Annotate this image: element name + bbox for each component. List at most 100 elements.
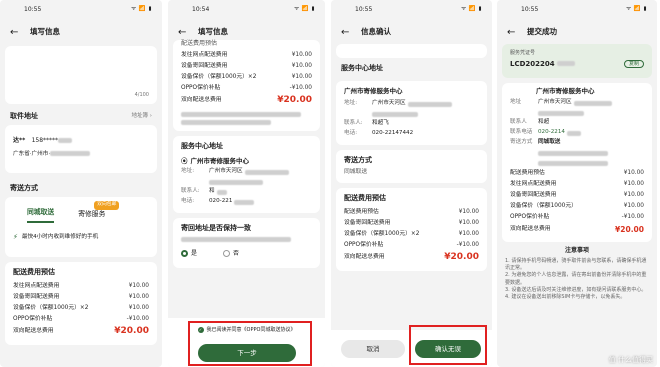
location-pin-icon: ⦿ [181, 156, 188, 165]
service-center-card: 广州市寄修服务中心 地址: 广州市天河区 联系人: 和超飞 电话: 020-22147… [336, 81, 487, 146]
address-line-2 [510, 108, 644, 118]
remark-textarea[interactable]: 4/100 [5, 46, 157, 104]
signal-battery-icon: ᯤ 📶 ▮ [626, 6, 647, 13]
notice-section: 注意事项 1. 请保持手机号码畅通，骑手取件前会与您联系，请确保手机通讯正常。 … [497, 247, 657, 301]
radio-no[interactable]: 否 [223, 250, 239, 258]
voucher-line: LCD202204 复制 [510, 60, 644, 69]
back-arrow-icon[interactable]: ← [10, 26, 20, 39]
center-name: 广州市寄修服务中心 [536, 87, 595, 95]
address-line: 地址: 广州市天河区 [344, 99, 479, 109]
status-time: 10:55 [355, 6, 373, 14]
tab-local-delivery[interactable]: 同城取送 [27, 208, 55, 224]
fee-row: 发往网点配送费用 ¥10.00 [510, 180, 644, 187]
address-book-link[interactable]: 地址簿 › [132, 113, 152, 120]
fee-total-row: 双向配送总费用 ¥20.00 [13, 326, 149, 337]
header: ← 信息确认 [331, 20, 492, 44]
fee-heading: 配送费用预估 [181, 40, 218, 47]
contact-line: 联系人: 和超飞 [344, 120, 389, 127]
center-name: 广州市寄修服务中心 [190, 156, 250, 165]
fee-row: OPPO保价补贴 -¥10.00 [344, 241, 479, 248]
fee-row: 设备保价（保额1000元）×2 ¥10.00 [344, 230, 479, 237]
return-radios: 是 否 [181, 250, 312, 258]
contact-line: 联系人 和超 [510, 119, 550, 126]
region-line: 广东省·广州市· [13, 150, 149, 158]
phone-line: 电话: 020-221 [181, 197, 312, 207]
top-spacer [336, 44, 487, 58]
fee-note [181, 112, 312, 125]
copy-button[interactable]: 复制 [623, 59, 644, 69]
phone-line: 联系电话 020-2214 [510, 128, 644, 138]
method-line: 寄送方式 同城取送 [510, 139, 561, 146]
fee-row: OPPO保价补贴 -¥10.00 [13, 315, 149, 322]
back-arrow-icon[interactable]: ← [507, 26, 517, 39]
char-counter: 4/100 [134, 91, 149, 98]
lightning-icon: ⚡ [13, 233, 18, 242]
fee-row: 配送费用预估 ¥10.00 [510, 169, 644, 176]
pickup-address-card[interactable]: 达** 158***** 广东省·广州市· [5, 125, 157, 173]
status-time: 10:55 [24, 6, 42, 14]
fee-card: 配送费用预估 发往网点配送费用 ¥10.00 设备寄回配送费用 ¥10.00 设备保… [173, 40, 320, 131]
address-label: 取件地址 [10, 112, 38, 121]
region-text: 广东省·广州市· [13, 150, 51, 157]
status-bar: 10:55 ᯤ 📶 ▮ [0, 0, 162, 20]
notice-item: 2. 为避免您的个人信息泄露，请在寄出前备份并清除手机中的重要数据。 [505, 272, 647, 286]
tab-mail-repair[interactable]: 寄修服务 双向包邮 [78, 201, 120, 223]
method-note-2 [510, 158, 644, 168]
back-arrow-icon[interactable]: ← [178, 26, 188, 39]
service-center-card: 服务中心地址 ⦿ 广州市寄修服务中心 地址: 广州市天河区 联系人: 和 电话: 02… [173, 136, 320, 214]
fee-card: 配送费用预估 发往网点配送费用 ¥10.00 设备寄回配送费用 ¥10.00 设备保… [5, 262, 157, 346]
screen-confirm: 10:55 ᯤ 📶 ▮ ← 信息确认 服务中心地址 广州市寄修服务中心 地址: 广… [331, 0, 492, 367]
address-header: 取件地址 地址簿 › [0, 109, 162, 125]
status-bar: 10:55 ᯤ 📶 ▮ [331, 0, 492, 20]
fee-row: OPPO保价补贴 -¥10.00 [181, 84, 312, 91]
fee-row: 发往网点配送费用 ¥10.00 [181, 51, 312, 58]
address-line: 地址 广州市天河区 [510, 98, 644, 108]
center-name: 广州市寄修服务中心 [344, 87, 403, 96]
signal-battery-icon: ᯤ 📶 ▮ [131, 6, 152, 13]
highlight-box [188, 321, 312, 366]
method-card: 同城取送 寄修服务 双向包邮 ⚡ 最快4小时内收到维修好的手机 [5, 197, 157, 258]
address-line-2 [181, 177, 312, 187]
center-name-line: ⦿ 广州市寄修服务中心 [181, 155, 312, 167]
tip-text: 最快4小时内收到维修好的手机 [21, 234, 99, 240]
notice-title: 注意事项 [564, 247, 589, 254]
fee-total-row: 双向配送总费用 ¥20.00 [344, 251, 479, 262]
page-title: 提交成功 [527, 27, 557, 37]
fee-row: 设备寄回配送费用 ¥10.00 [181, 62, 312, 69]
center-title: 服务中心地址 [181, 142, 223, 150]
watermark: 值 什么值得买 [608, 355, 653, 364]
return-help [181, 237, 312, 243]
method-card: 寄送方式 同城取送 [336, 150, 487, 183]
notice-item: 1. 请保持手机号码畅通，骑手取件前会与您联系，请确保手机通讯正常。 [505, 257, 647, 272]
screen-fill-info-1: 10:55 ᯤ 📶 ▮ ← 填写信息 4/100 取件地址 地址簿 › 达** … [0, 0, 162, 367]
status-bar: 10:55 ᯤ 📶 ▮ [497, 0, 657, 20]
free-shipping-badge: 双向包邮 [94, 201, 120, 210]
return-address-card: 寄回地址是否保持一致 是 否 [173, 218, 320, 269]
status-time: 10:54 [192, 6, 210, 14]
fee-row: 设备保价（保额1000元）×2 ¥10.00 [181, 73, 312, 80]
fee-row: 设备寄回配送费用 ¥10.00 [510, 191, 644, 198]
fee-total-row: 双向配送总费用 ¥20.00 [510, 224, 644, 234]
method-title: 寄送方式 [10, 184, 38, 192]
voucher-label: 服务凭证号 [510, 50, 536, 56]
highlight-box [409, 325, 487, 365]
page-title: 填写信息 [198, 27, 228, 37]
notice-item: 3. 设备送达后请及时关注维修进度，如有疑问请联系服务中心。 [505, 286, 647, 293]
back-arrow-icon[interactable]: ← [341, 26, 351, 39]
fee-row: 设备保价（保额1000元） ¥10.00 [510, 202, 644, 209]
radio-yes[interactable]: 是 [181, 250, 197, 258]
address-line-2 [344, 109, 479, 119]
tip-line: ⚡ 最快4小时内收到维修好的手机 [13, 233, 149, 242]
phone-line: 电话: 020-22147442 [344, 130, 414, 137]
fee-total-row: 双向配送总费用 ¥20.00 [181, 95, 312, 106]
fee-row: 发往网点配送费用 ¥10.00 [13, 282, 149, 289]
cancel-button[interactable]: 取消 [341, 340, 405, 358]
method-tabs: 同城取送 寄修服务 双向包邮 [13, 201, 149, 224]
screen-fill-info-2: 10:54 ᯤ 📶 ▮ ← 填写信息 配送费用预估 发往网点配送费用 ¥10.00… [168, 0, 325, 367]
header: ← 提交成功 [497, 20, 657, 44]
signal-battery-icon: ᯤ 📶 ▮ [294, 6, 315, 13]
signal-battery-icon: ᯤ 📶 ▮ [461, 6, 482, 13]
contact-line: 达** 158***** [13, 137, 149, 145]
order-detail-card: 广州市寄修服务中心 地址 广州市天河区 联系人 和超 联系电话 020-2214 寄送… [502, 83, 652, 242]
address-line: 地址: 广州市天河区 [181, 167, 312, 177]
